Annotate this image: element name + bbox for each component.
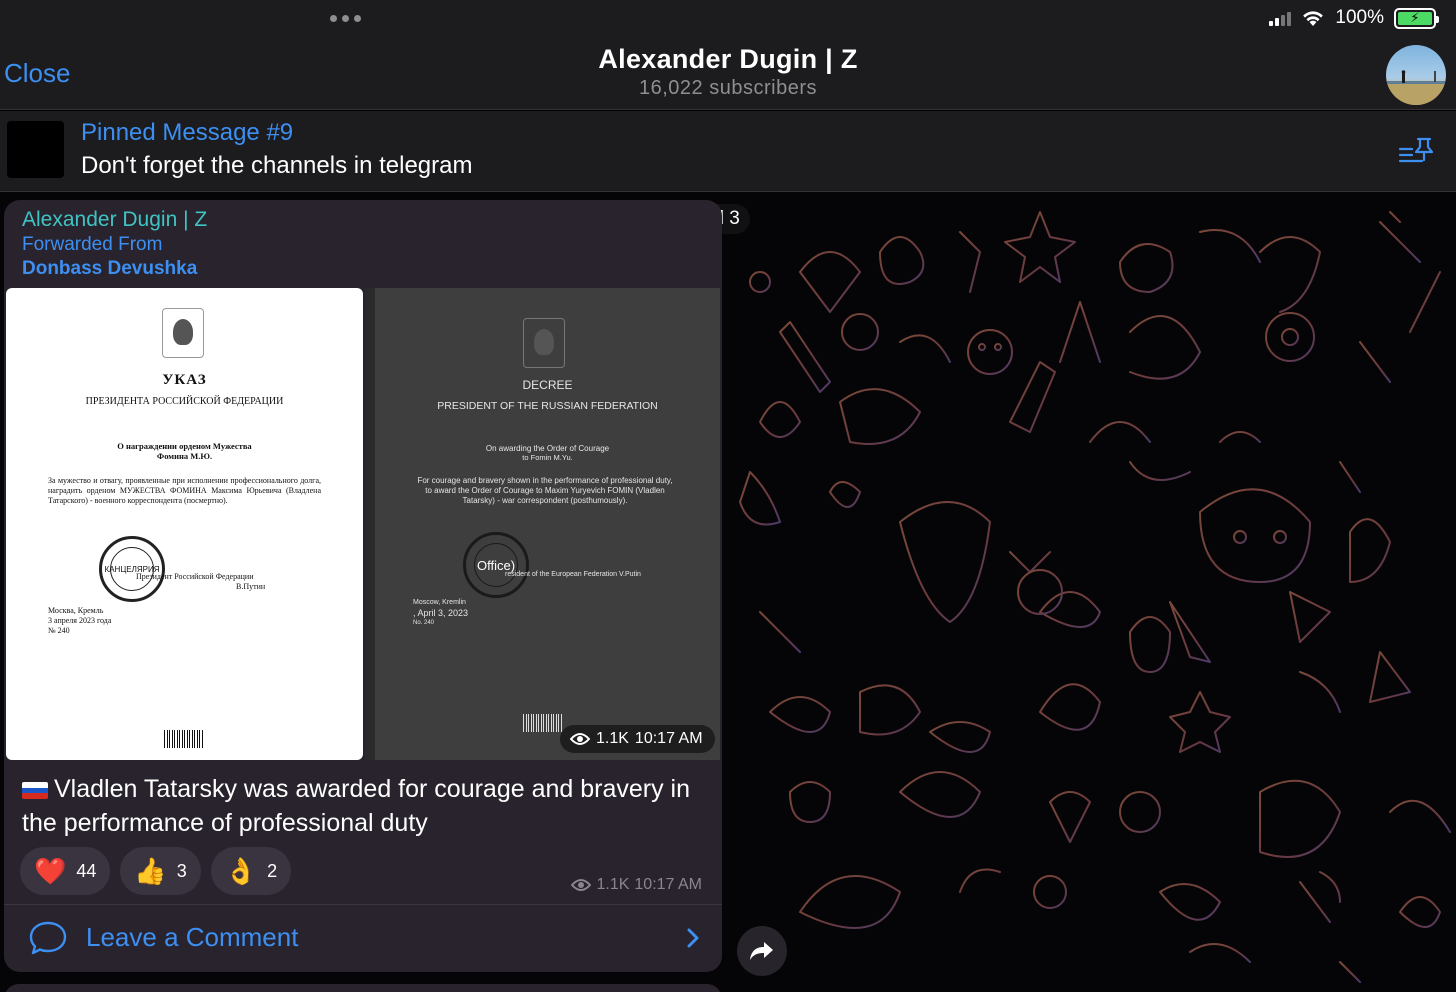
- signal-icon: [1269, 10, 1292, 26]
- doc-en-subheading: PRESIDENT OF THE RUSSIAN FEDERATION: [437, 400, 658, 412]
- leave-comment-label: Leave a Comment: [86, 922, 299, 952]
- stamp-text: КАНЦЕЛЯРИЯ: [105, 547, 159, 591]
- reaction-thumbs-up[interactable]: 👍 3: [120, 847, 201, 895]
- office-stamp: Office): [463, 532, 529, 598]
- eye-icon: [570, 733, 590, 745]
- doc-subheading: ПРЕЗИДЕНТА РОССИЙСКОЙ ФЕДЕРАЦИИ: [85, 396, 284, 407]
- caption-text: Vladlen Tatarsky was awarded for courage…: [22, 775, 690, 837]
- comment-bubble-icon: [29, 921, 67, 955]
- doc-en-number: No. 240: [413, 620, 435, 626]
- reaction-count: 3: [176, 860, 187, 881]
- doc-en-date: , April 3, 2023: [413, 608, 469, 618]
- doc-signature-role: Президент Российской Федерации: [136, 572, 254, 581]
- ok-hand-icon: 👌: [224, 856, 258, 886]
- barcode-icon: [164, 730, 204, 748]
- pinned-list-icon[interactable]: [1398, 135, 1434, 165]
- forwarded-label: Forwarded From: [22, 234, 163, 255]
- leave-comment-button[interactable]: Leave a Comment: [4, 904, 722, 972]
- doc-number: № 240: [48, 626, 70, 635]
- heart-icon: ❤️: [34, 856, 67, 886]
- battery-percent: 100%: [1335, 7, 1384, 28]
- pinned-message-bar[interactable]: Pinned Message #9 Don't forget the chann…: [0, 111, 1456, 192]
- reaction-count: 44: [76, 860, 97, 881]
- doc-body: За мужество и отвагу, проявленные при ис…: [48, 476, 321, 505]
- message-caption: Vladlen Tatarsky was awarded for courage…: [22, 772, 712, 840]
- message-bubble[interactable]: Alexander Dugin | Z Forwarded From Donba…: [4, 200, 722, 972]
- thumbs-up-icon: 👍: [134, 856, 167, 886]
- sender-name[interactable]: Alexander Dugin | Z: [22, 208, 207, 232]
- status-bar: 100% ⚡: [0, 0, 1456, 40]
- doc-en-signature: resident of the European Federation V.Pu…: [505, 571, 641, 578]
- wifi-icon: [1303, 11, 1324, 26]
- message-meta: 1.1K 10:17 AM: [571, 876, 702, 894]
- media-view-badge: 1.1K 10:17 AM: [560, 725, 715, 753]
- battery-charging-icon: ⚡: [1394, 7, 1439, 29]
- next-message-bubble: [4, 984, 722, 992]
- forwarded-source[interactable]: Donbass Devushka: [22, 258, 197, 280]
- decree-image-russian[interactable]: УКАЗ ПРЕЗИДЕНТА РОССИЙСКОЙ ФЕДЕРАЦИИ О н…: [6, 288, 363, 760]
- eye-icon: [571, 879, 592, 891]
- coat-of-arms-icon: [523, 318, 565, 368]
- doc-place: Москва, Кремль: [48, 606, 104, 615]
- chevron-right-icon: [687, 928, 699, 948]
- media-time: 10:17 AM: [634, 730, 703, 747]
- share-arrow-icon: [750, 942, 773, 960]
- reaction-count: 2: [267, 860, 278, 881]
- message-views: 1.1K: [596, 876, 630, 893]
- doc-en-heading: DECREE: [522, 378, 573, 392]
- pinned-title: Pinned Message #9: [81, 119, 294, 146]
- reactions-row: ❤️ 44 👍 3 👌 2: [20, 847, 292, 895]
- doc-en-about-line2: to Fomin M.Yu.: [522, 453, 573, 462]
- channel-title: Alexander Dugin | Z: [598, 44, 858, 74]
- decree-image-english[interactable]: DECREE PRESIDENT OF THE RUSSIAN FEDERATI…: [365, 288, 720, 760]
- channel-title-block[interactable]: Alexander Dugin | Z 16,022 subscribers: [0, 44, 1456, 100]
- office-stamp: КАНЦЕЛЯРИЯ: [99, 536, 165, 602]
- doc-date: 3 апреля 2023 года: [48, 616, 112, 625]
- multitasking-dots-icon[interactable]: [330, 15, 361, 22]
- subscriber-count: 16,022 subscribers: [639, 77, 817, 99]
- status-indicators: 100% ⚡: [1269, 7, 1439, 29]
- doc-about-line2: Фомина М.Ю.: [156, 451, 213, 461]
- doc-signature-name: В.Путин: [236, 582, 266, 591]
- reaction-heart[interactable]: ❤️ 44: [20, 847, 111, 895]
- doc-heading: УКАЗ: [162, 372, 207, 388]
- media-views: 1.1K: [596, 730, 629, 747]
- message-time: 10:17 AM: [634, 876, 702, 893]
- pinned-thumbnail: [7, 121, 64, 178]
- chat-header: Close Alexander Dugin | Z 16,022 subscri…: [0, 40, 1456, 110]
- russia-flag-icon: [22, 781, 48, 799]
- pinned-text: Don't forget the channels in telegram: [81, 152, 473, 179]
- reaction-ok-hand[interactable]: 👌 2: [210, 847, 292, 895]
- coat-of-arms-icon: [162, 308, 204, 358]
- stamp-text: Office): [474, 543, 518, 587]
- channel-avatar[interactable]: [1386, 45, 1446, 105]
- doc-en-place: Moscow, Kremlin: [413, 599, 466, 606]
- barcode-icon: [523, 714, 563, 732]
- doc-en-body: For courage and bravery shown in the per…: [417, 476, 673, 505]
- doc-about-line1: О награждении орденом Мужества: [117, 441, 252, 451]
- doc-en-about-line1: On awarding the Order of Courage: [485, 444, 610, 453]
- share-button[interactable]: [737, 926, 787, 976]
